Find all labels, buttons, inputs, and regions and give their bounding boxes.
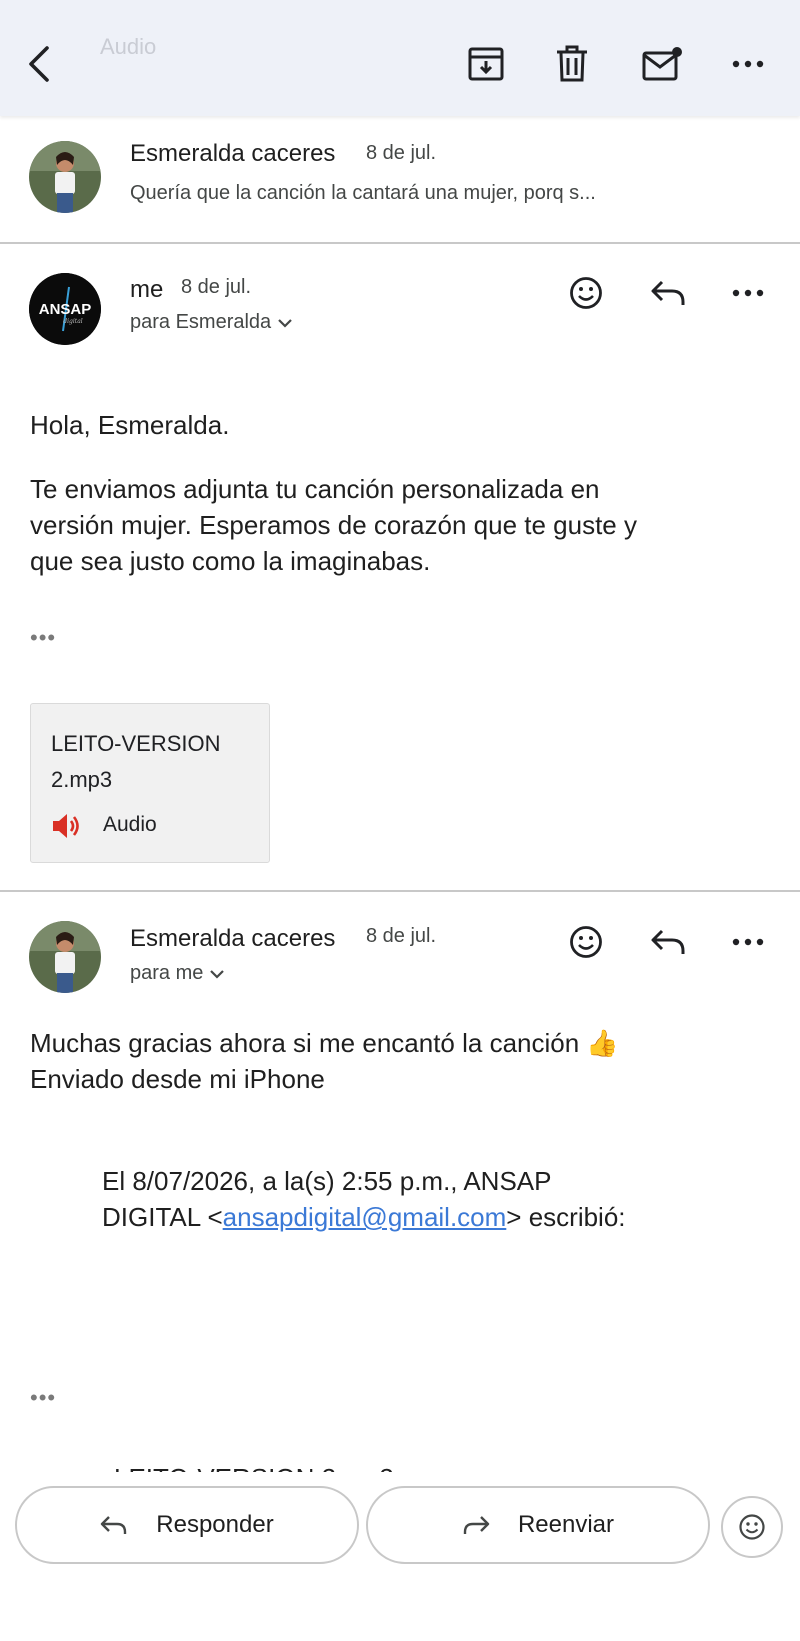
message-divider — [0, 242, 800, 244]
message-body-line: versión mujer. Esperamos de corazón que … — [30, 510, 637, 540]
forward-label: Reenviar — [517, 1511, 615, 1538]
message-date: 8 de jul. — [181, 276, 252, 298]
message-date: 8 de jul. — [366, 925, 437, 947]
quoted-text: DIGITAL < — [102, 1202, 223, 1232]
ansap-avatar: ANSAP digital — [29, 273, 101, 345]
add-reaction-button[interactable] — [561, 268, 611, 318]
message-divider — [0, 890, 800, 892]
toolbar-ghost-title: Audio — [100, 34, 157, 59]
more-options-button[interactable] — [720, 36, 776, 92]
recipient-label: para me — [130, 962, 204, 984]
person-photo-icon — [29, 921, 101, 993]
reply-label: Responder — [156, 1511, 274, 1538]
quoted-text: > escribió: — [506, 1202, 626, 1232]
archive-button[interactable] — [458, 36, 514, 92]
mark-unread-button[interactable] — [634, 36, 690, 92]
recipient-details-toggle[interactable]: para me — [130, 962, 225, 985]
attachment-filename-line: LEITO-VERSION — [51, 731, 221, 756]
attachment-type-label: Audio — [103, 813, 157, 836]
top-toolbar: Audio — [0, 0, 800, 116]
message-more-button[interactable] — [723, 917, 773, 967]
quoted-header-line: El 8/07/2026, a la(s) 2:55 p.m., ANSAP — [102, 1166, 552, 1196]
message-snippet: Quería que la canción la cantará una muj… — [130, 182, 596, 204]
forward-pill-button[interactable]: Reenviar — [366, 1486, 710, 1564]
attachment-filename: LEITO-VERSION 2.mp3 — [51, 726, 221, 798]
bottom-action-bar: Responder Reenviar — [0, 1472, 800, 1641]
show-trimmed-content-button[interactable]: ••• — [30, 625, 56, 651]
message-signature: Enviado desde mi iPhone — [30, 1064, 325, 1094]
sender-name: Esmeralda caceres — [130, 140, 336, 167]
reply-button[interactable] — [643, 268, 693, 318]
chevron-down-icon — [210, 969, 225, 979]
ansap-logo-icon: ANSAP digital — [29, 273, 101, 345]
archive-icon — [468, 47, 504, 81]
speaker-icon — [53, 814, 79, 838]
trash-icon — [557, 45, 587, 82]
smiley-icon — [570, 926, 602, 958]
attachment-filename-line: 2.mp3 — [51, 767, 113, 792]
show-trimmed-content-button[interactable]: ••• — [30, 1385, 56, 1411]
back-arrow-icon — [29, 46, 49, 82]
recipient-details-toggle[interactable]: para Esmeralda — [130, 311, 293, 334]
reply-button[interactable] — [643, 917, 693, 967]
email-link[interactable]: ansapdigital@gmail.com — [223, 1202, 507, 1232]
more-horizontal-icon — [732, 60, 764, 68]
sender-name: me — [130, 276, 164, 303]
collapsed-message[interactable]: Esmeralda caceres 8 de jul. Quería que l… — [0, 118, 800, 244]
back-button[interactable] — [12, 36, 68, 92]
smiley-icon — [570, 277, 602, 309]
more-horizontal-icon — [732, 938, 764, 946]
message-date: 8 de jul. — [366, 142, 437, 164]
reply-arrow-icon — [651, 280, 685, 305]
email-thread-page: Audio Esmeralda caceres 8 de jul. Quería… — [0, 0, 800, 1641]
reply-arrow-icon — [101, 1516, 127, 1534]
message-greeting: Hola, Esmeralda. — [30, 410, 230, 440]
delete-button[interactable] — [544, 36, 600, 92]
mail-unread-icon — [642, 47, 682, 81]
emoji-reaction-button[interactable] — [721, 1496, 783, 1558]
quoted-header: El 8/07/2026, a la(s) 2:55 p.m., ANSAP D… — [102, 1163, 762, 1235]
reply-arrow-icon — [651, 929, 685, 954]
add-reaction-button[interactable] — [561, 917, 611, 967]
person-photo-icon — [29, 141, 101, 213]
quoted-header-line: DIGITAL <ansapdigital@gmail.com> escribi… — [102, 1199, 762, 1235]
svg-text:ANSAP: ANSAP — [39, 301, 92, 318]
forward-arrow-icon — [463, 1516, 490, 1534]
message-body-line: que sea justo como la imaginabas. — [30, 546, 431, 576]
chevron-down-icon — [278, 318, 292, 328]
message-more-button[interactable] — [723, 268, 773, 318]
sender-name: Esmeralda caceres — [130, 925, 336, 952]
smiley-icon — [739, 1514, 765, 1540]
message-body-line: Te enviamos adjunta tu canción personali… — [30, 474, 600, 504]
message-body-line: Muchas gracias ahora si me encantó la ca… — [30, 1028, 619, 1058]
audio-attachment-card[interactable]: LEITO-VERSION 2.mp3 Audio — [30, 703, 270, 863]
reply-pill-button[interactable]: Responder — [15, 1486, 359, 1564]
sender-avatar — [29, 921, 101, 993]
recipient-label: para Esmeralda — [130, 311, 272, 333]
more-horizontal-icon — [732, 289, 764, 297]
sender-avatar — [29, 141, 101, 213]
svg-text:digital: digital — [63, 318, 83, 325]
